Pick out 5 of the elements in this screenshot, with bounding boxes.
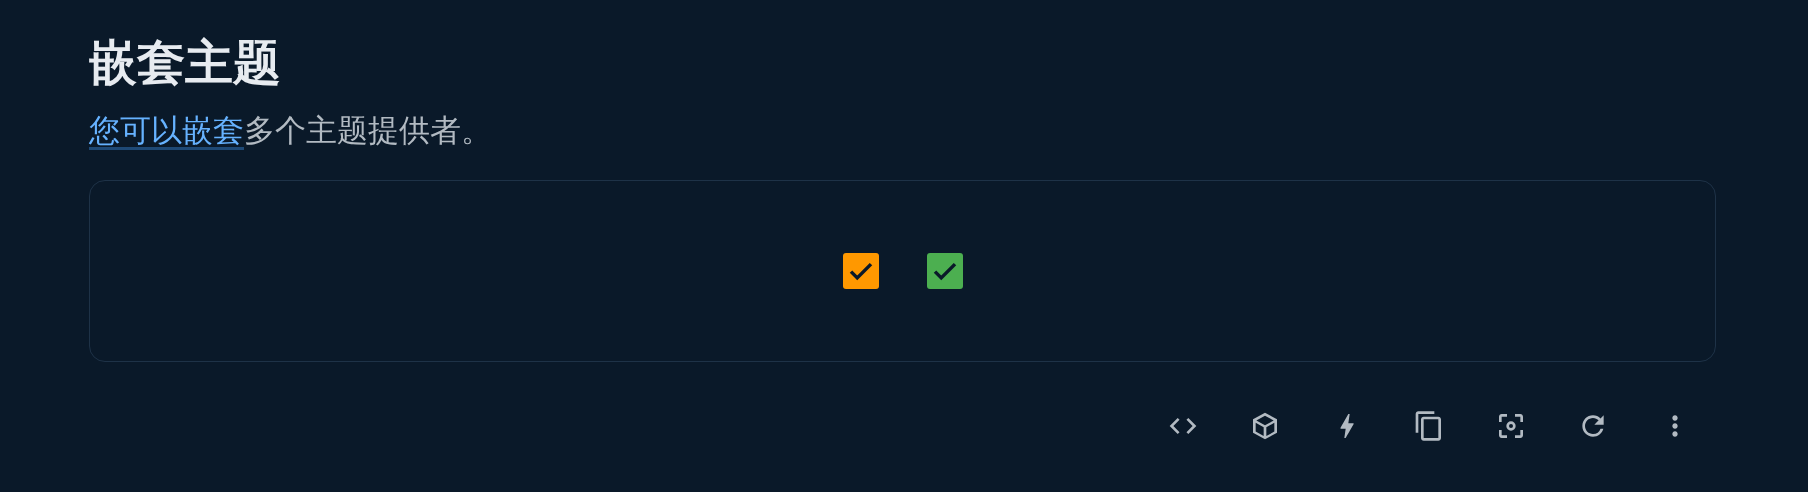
checkbox[interactable] [842, 253, 879, 289]
checkbox[interactable] [926, 253, 963, 289]
page-title: 嵌套主题 [89, 33, 281, 92]
description: 您可以嵌套多个主题提供者。 [89, 111, 492, 150]
nested-link[interactable]: 您可以嵌套 [89, 112, 244, 148]
